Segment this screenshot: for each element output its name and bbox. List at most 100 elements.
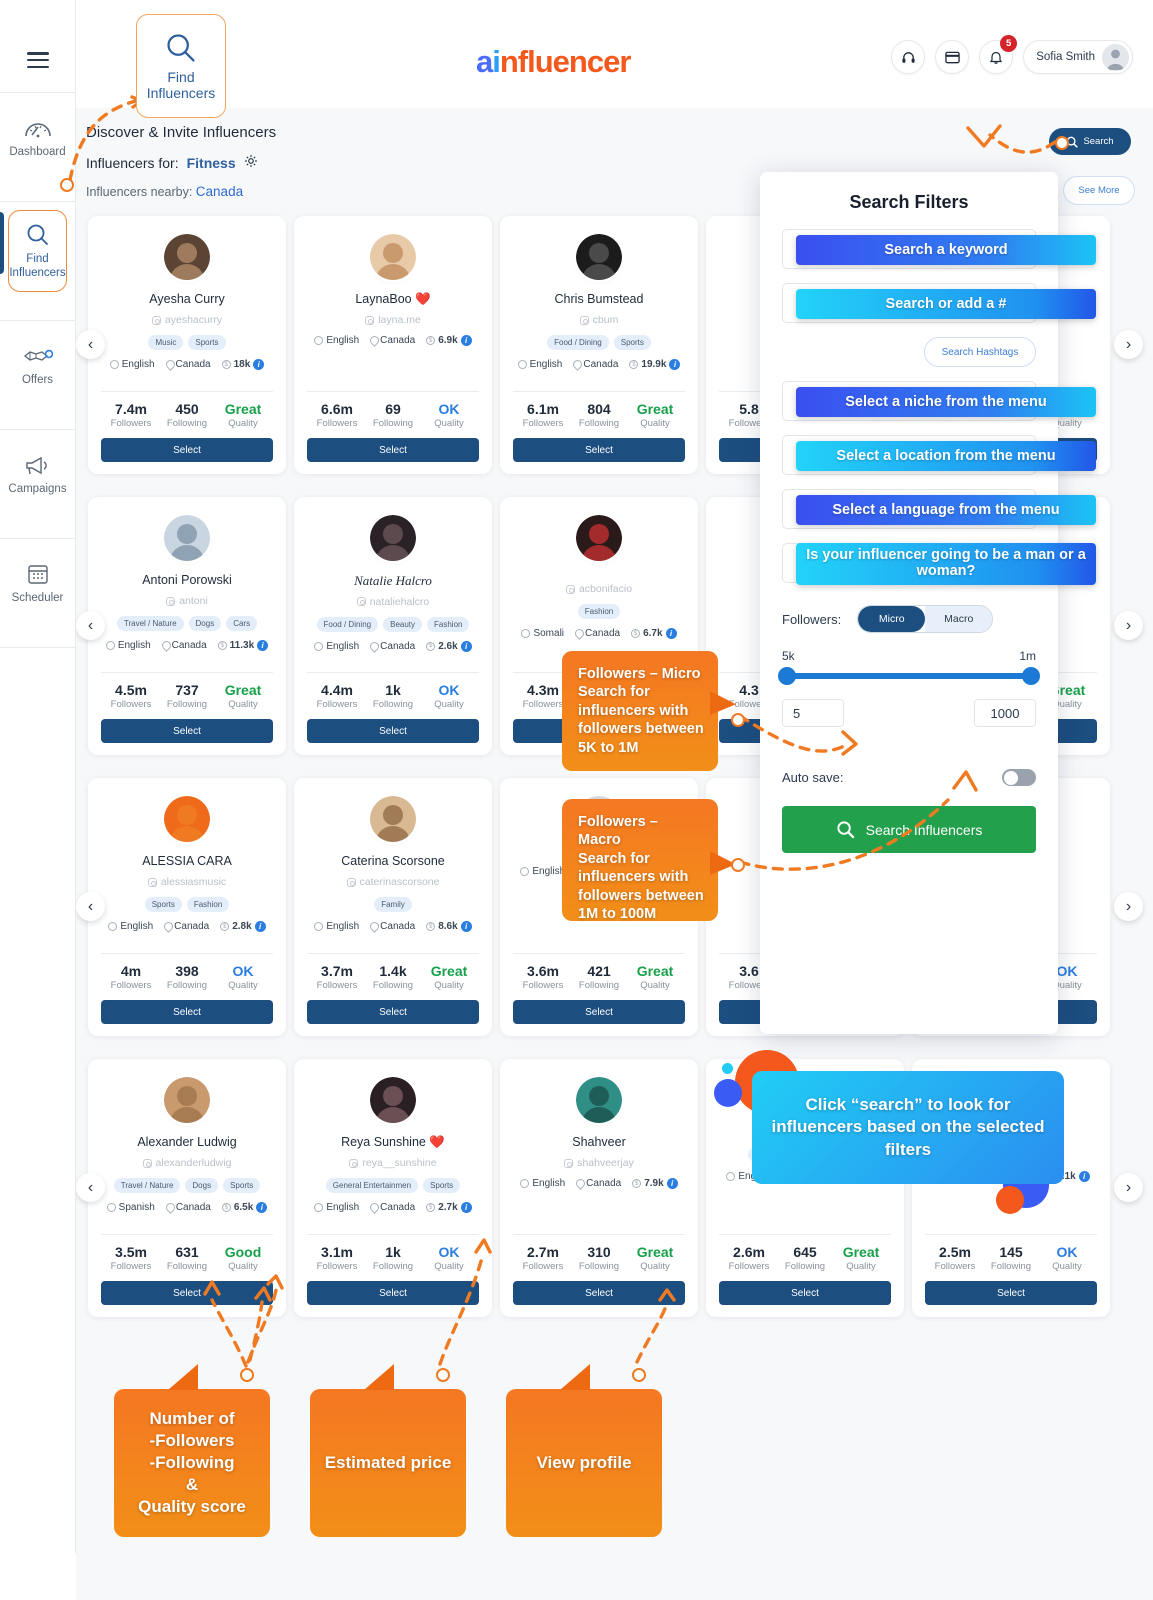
followers-max-input[interactable]: 1000 (974, 699, 1036, 727)
slider-knob-min[interactable] (778, 667, 796, 685)
hamburger-icon[interactable] (26, 52, 49, 68)
influencer-card[interactable]: Alexander Ludwig alexanderludwig Travel … (88, 1059, 286, 1317)
language-ribbon-label: Select a language from the menu (796, 495, 1096, 525)
stat-followers: 2.6m Followers (721, 1244, 777, 1272)
following-label: Following (578, 418, 620, 429)
nearby-value[interactable]: Canada (196, 184, 243, 199)
influencer-card[interactable]: Antoni Porowski antoni Travel / Nature Do… (88, 497, 286, 755)
following-value: 631 (175, 1244, 199, 1260)
toggle-macro[interactable]: Macro (925, 606, 993, 632)
stat-quality: Great Quality (421, 963, 477, 991)
following-label: Following (372, 1261, 414, 1272)
influencer-card[interactable]: Reya Sunshine ❤️ reya__sunshine General … (294, 1059, 492, 1317)
select-button[interactable]: Select (101, 719, 273, 743)
slider-knob-max[interactable] (1022, 667, 1040, 685)
notifications-button[interactable]: 5 (979, 35, 1018, 74)
followers-label: Followers (522, 418, 564, 429)
carousel-next-button[interactable]: › (1114, 330, 1143, 359)
carousel-next-button[interactable]: › (1114, 611, 1143, 640)
followers-label: Followers (934, 1261, 976, 1272)
followers-range-slider[interactable] (778, 667, 1040, 685)
select-button[interactable]: Select (719, 1281, 891, 1305)
callout-line: influencers with (578, 702, 689, 719)
support-button[interactable] (891, 40, 926, 74)
find-influencers-highlight-tile[interactable]: Find Influencers (136, 14, 226, 118)
niche-value[interactable]: Fitness (187, 155, 236, 171)
select-button[interactable]: Select (307, 719, 479, 743)
influencer-card[interactable]: ALESSIA CARA alessiasmusic Sports Fashion… (88, 778, 286, 1036)
influencer-card[interactable]: Natalie Halcro nataliehalcro Food / Dini… (294, 497, 492, 755)
sidebar-item-scheduler[interactable]: Scheduler (0, 543, 75, 623)
info-icon[interactable]: i (669, 359, 681, 370)
info-icon[interactable]: i (460, 335, 472, 346)
info-icon[interactable]: i (257, 640, 269, 651)
carousel-next-button[interactable]: › (1114, 892, 1143, 921)
influencer-name: Reya Sunshine ❤️ (341, 1135, 445, 1149)
sidebar-item-dashboard[interactable]: Dashboard (0, 97, 75, 177)
gear-icon[interactable] (244, 154, 258, 171)
see-more-button[interactable]: See More (1063, 176, 1135, 205)
info-icon[interactable]: i (666, 1178, 678, 1189)
price-meta: $6.7k i (631, 628, 677, 639)
following-label: Following (166, 699, 208, 710)
info-icon[interactable]: i (256, 1202, 268, 1213)
select-button[interactable]: Select (513, 438, 685, 462)
select-button[interactable]: Select (101, 1000, 273, 1024)
search-hashtags-button[interactable]: Search Hashtags (924, 337, 1036, 367)
instagram-icon (356, 597, 366, 607)
carousel-prev-button[interactable]: ‹ (76, 1173, 105, 1202)
globe-icon (517, 360, 527, 369)
sidebar-item-offers[interactable]: Offers (0, 325, 75, 405)
influencer-name: Caterina Scorsone (341, 854, 445, 868)
pin-icon (370, 922, 377, 931)
toggle-micro[interactable]: Micro (858, 606, 926, 632)
info-icon[interactable]: i (665, 628, 677, 639)
callout-anchor-dot (632, 1368, 646, 1382)
followers-type-toggle[interactable]: Micro Macro (857, 605, 994, 633)
influencer-card[interactable]: Ayesha Curry ayeshacurry Music Sports Eng… (88, 216, 286, 474)
influencer-handle: layna.me (365, 314, 421, 326)
stat-quality: OK Quality (421, 401, 477, 429)
select-button[interactable]: Select (307, 438, 479, 462)
stat-quality: Great Quality (215, 401, 271, 429)
carousel-prev-button[interactable]: ‹ (76, 892, 105, 921)
info-icon[interactable]: i (460, 921, 472, 932)
select-button[interactable]: Select (925, 1281, 1097, 1305)
sidebar-item-campaigns[interactable]: Campaigns (0, 434, 75, 514)
info-icon[interactable]: i (460, 1202, 472, 1213)
autosave-toggle[interactable] (1002, 769, 1036, 786)
keyword-ribbon-label: Search a keyword (796, 235, 1096, 265)
billing-button[interactable] (935, 40, 970, 74)
info-icon[interactable]: i (253, 359, 265, 370)
select-button[interactable]: Select (513, 1000, 685, 1024)
carousel-prev-button[interactable]: ‹ (76, 611, 105, 640)
sidebar-label: Offers (21, 373, 54, 386)
influencer-card[interactable]: Chris Bumstead cbum Food / Dining Sports … (500, 216, 698, 474)
following-label: Following (372, 418, 414, 429)
sidebar-item-find-influencers[interactable]: Find Influencers (0, 206, 75, 296)
carousel-next-button[interactable]: › (1114, 1173, 1143, 1202)
influencer-card[interactable]: LaynaBoo ❤️ layna.me English Canada $6.9k i… (294, 216, 492, 474)
user-menu[interactable]: Sofia Smith (1023, 40, 1133, 74)
instagram-icon (346, 877, 356, 887)
info-icon[interactable]: i (460, 640, 472, 652)
speedometer-icon (23, 115, 53, 141)
influencer-card[interactable]: Shahveer shahveerjay English Canada $7.9k i… (500, 1059, 698, 1317)
followers-min-input[interactable]: 5 (782, 699, 844, 727)
info-icon[interactable]: i (254, 921, 266, 932)
select-button[interactable]: Select (513, 1281, 685, 1305)
active-highlight-ring (8, 210, 67, 292)
sidebar: Dashboard Find Influencers Offers Campai… (0, 0, 76, 1553)
influencer-card[interactable]: Caterina Scorsone caterinascorsone Famil… (294, 778, 492, 1036)
select-button[interactable]: Select (307, 1281, 479, 1305)
following-label: Following (990, 1261, 1032, 1272)
search-influencers-button[interactable]: Search Influencers (782, 806, 1036, 853)
select-button[interactable]: Select (101, 438, 273, 462)
info-icon[interactable]: i (1078, 1171, 1090, 1182)
carousel-prev-button[interactable]: ‹ (76, 330, 105, 359)
quality-label: Quality (434, 699, 464, 710)
select-button[interactable]: Select (101, 1281, 273, 1305)
instagram-icon (151, 315, 161, 325)
select-button[interactable]: Select (307, 1000, 479, 1024)
influencer-meta: English Canada $2.8k i (108, 921, 266, 932)
